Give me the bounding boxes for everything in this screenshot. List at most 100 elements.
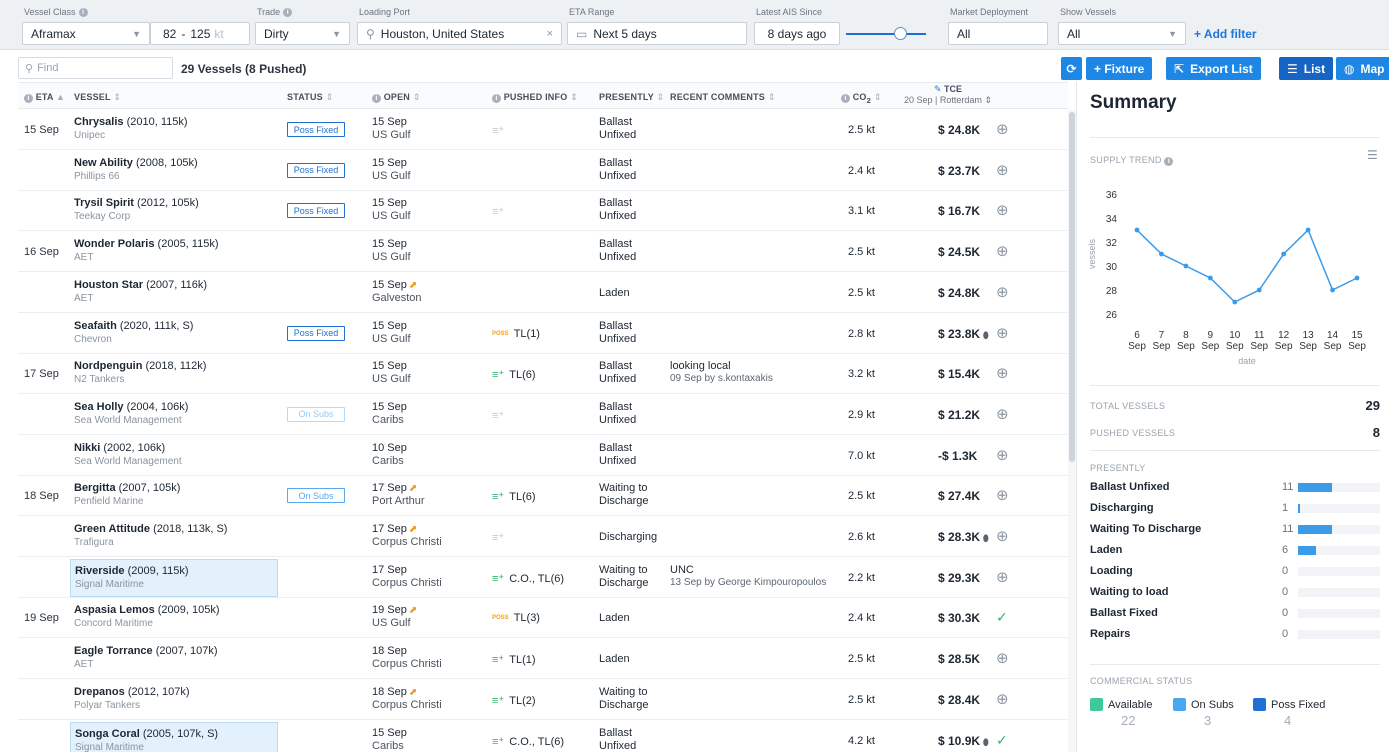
table-row[interactable]: Green Attitude (2018, 113k, S) Trafigura 1…: [18, 517, 1068, 557]
vessel-name[interactable]: Nordpenguin (2018, 112k): [74, 360, 206, 372]
vessel-name[interactable]: New Ability (2008, 105k): [74, 157, 198, 169]
vessel-name[interactable]: Bergitta (2007, 105k): [74, 482, 180, 494]
vessel-cell[interactable]: Eagle Torrance (2007, 107k) AET: [70, 640, 278, 678]
info-icon[interactable]: i: [1164, 157, 1174, 166]
find-input[interactable]: ⚲ Find: [18, 57, 173, 79]
table-row[interactable]: Seafaith (2020, 111k, S) Chevron Poss Fixe…: [18, 314, 1068, 354]
add-circle-icon[interactable]: ⊕: [996, 405, 1009, 423]
chart-menu-icon[interactable]: ☰: [1367, 148, 1378, 162]
vessel-cell[interactable]: Drepanos (2012, 107k) Polyar Tankers: [70, 681, 278, 719]
refresh-button[interactable]: ⟳: [1061, 57, 1082, 80]
pushed-info[interactable]: ≡⁺ TL(6): [492, 368, 536, 381]
table-row[interactable]: 19 Sep Aspasia Lemos (2009, 105k) Concord …: [18, 598, 1068, 639]
vessel-cell[interactable]: Songa Coral (2005, 107k, S) Signal Mariti…: [70, 721, 278, 752]
clear-icon[interactable]: ×: [547, 28, 553, 40]
col-status[interactable]: STATUS ⇕: [287, 92, 333, 103]
table-row[interactable]: 16 Sep Wonder Polaris (2005, 115k) AET 15 S…: [18, 232, 1068, 273]
col-open[interactable]: i OPEN ⇕: [372, 92, 420, 103]
list-view-button[interactable]: ☰ List: [1279, 57, 1334, 80]
vessel-cell[interactable]: New Ability (2008, 105k) Phillips 66: [70, 152, 278, 190]
status-badge[interactable]: Poss Fixed: [287, 122, 345, 137]
table-row[interactable]: Eagle Torrance (2007, 107k) AET 18 Sep Corp…: [18, 639, 1068, 680]
status-badge[interactable]: Poss Fixed: [287, 203, 345, 219]
col-vessel[interactable]: VESSEL ⇕: [74, 92, 121, 103]
vessel-name[interactable]: Songa Coral (2005, 107k, S): [75, 728, 218, 740]
fixture-button[interactable]: + Fixture: [1086, 57, 1153, 80]
vessel-name[interactable]: Aspasia Lemos (2009, 105k): [74, 604, 220, 616]
table-row[interactable]: Sea Holly (2004, 106k) Sea World Manageme…: [18, 395, 1068, 435]
status-badge[interactable]: Poss Fixed: [287, 162, 345, 178]
col-recent-comments[interactable]: RECENT COMMENTS ⇕: [670, 92, 775, 103]
pushed-info[interactable]: ≡⁺: [492, 124, 509, 137]
pushed-info[interactable]: ≡⁺ TL(1): [492, 653, 536, 666]
table-row[interactable]: 17 Sep Nordpenguin (2018, 112k) N2 Tankers…: [18, 354, 1068, 395]
add-circle-icon[interactable]: ⊕: [996, 161, 1009, 179]
commercial-legend-item[interactable]: Poss Fixed: [1253, 698, 1325, 711]
vessel-name[interactable]: Green Attitude (2018, 113k, S): [74, 523, 227, 535]
vessel-cell[interactable]: Houston Star (2007, 116k) AET: [70, 274, 278, 312]
vessel-name[interactable]: Houston Star (2007, 116k): [74, 279, 207, 291]
vessel-name[interactable]: Seafaith (2020, 111k, S): [74, 320, 193, 332]
col-presently[interactable]: PRESENTLY ⇕: [599, 92, 664, 103]
add-circle-icon[interactable]: ⊕: [996, 446, 1009, 464]
pushed-info[interactable]: ≡⁺ C.O., TL(6): [492, 572, 564, 585]
vessel-class-select[interactable]: Aframax ▼: [22, 22, 150, 45]
col-co2[interactable]: i CO2 ⇕: [841, 92, 881, 105]
table-row[interactable]: Drepanos (2012, 107k) Polyar Tankers 18 Se…: [18, 680, 1068, 720]
add-circle-icon[interactable]: ⊕: [996, 242, 1009, 260]
check-icon[interactable]: ✓: [996, 609, 1008, 626]
vessel-cell[interactable]: Nikki (2002, 106k) Sea World Management: [70, 437, 278, 475]
pushed-info[interactable]: ≡⁺ TL(6): [492, 490, 536, 503]
vessel-name[interactable]: Drepanos (2012, 107k): [74, 686, 190, 698]
vessel-name[interactable]: Eagle Torrance (2007, 107k): [74, 645, 218, 657]
pushed-info[interactable]: POSS TL(3): [492, 612, 540, 624]
vessel-cell[interactable]: Trysil Spirit (2012, 105k) Teekay Corp: [70, 192, 278, 230]
add-circle-icon[interactable]: ⊕: [996, 486, 1009, 504]
map-view-button[interactable]: ◍ Map: [1336, 57, 1389, 80]
eta-range-input[interactable]: ▭ Next 5 days: [567, 22, 747, 45]
vessel-name[interactable]: Riverside (2009, 115k): [75, 565, 189, 577]
table-row[interactable]: Trysil Spirit (2012, 105k) Teekay Corp Pos…: [18, 191, 1068, 232]
market-deployment-select[interactable]: All: [948, 22, 1048, 45]
export-list-button[interactable]: ⇱ Export List: [1166, 57, 1261, 80]
table-row[interactable]: Riverside (2009, 115k) Signal Maritime 17 …: [18, 558, 1068, 598]
pushed-info[interactable]: ≡⁺: [492, 409, 509, 422]
col-tce[interactable]: ✎ TCE 20 Sep | Rotterdam ⇕: [888, 84, 1008, 106]
table-row[interactable]: Songa Coral (2005, 107k, S) Signal Mariti…: [18, 721, 1068, 752]
status-badge[interactable]: Poss Fixed: [287, 325, 345, 341]
status-badge[interactable]: On Subs: [287, 406, 345, 422]
vessel-cell[interactable]: Wonder Polaris (2005, 115k) AET: [70, 233, 278, 271]
vessel-name[interactable]: Sea Holly (2004, 106k): [74, 401, 188, 413]
add-circle-icon[interactable]: ⊕: [996, 568, 1009, 586]
add-circle-icon[interactable]: ⊕: [996, 120, 1009, 138]
add-circle-icon[interactable]: ⊕: [996, 649, 1009, 667]
size-range-input[interactable]: 82 - 125 kt: [150, 22, 250, 45]
status-badge[interactable]: On Subs: [287, 488, 345, 504]
add-circle-icon[interactable]: ⊕: [996, 690, 1009, 708]
col-pushed-info[interactable]: i PUSHED INFO ⇕: [492, 92, 578, 103]
show-vessels-select[interactable]: All ▼: [1058, 22, 1186, 45]
trade-select[interactable]: Dirty ▼: [255, 22, 350, 45]
vessel-cell[interactable]: Chrysalis (2010, 115k) Unipec: [70, 111, 278, 149]
add-circle-icon[interactable]: ⊕: [996, 283, 1009, 301]
info-icon[interactable]: i: [283, 7, 293, 17]
loading-port-input[interactable]: ⚲ Houston, United States ×: [357, 22, 562, 45]
vessel-name[interactable]: Wonder Polaris (2005, 115k): [74, 238, 219, 250]
vessel-cell[interactable]: Aspasia Lemos (2009, 105k) Concord Mariti…: [70, 599, 278, 637]
table-row[interactable]: Nikki (2002, 106k) Sea World Management 10…: [18, 436, 1068, 476]
pushed-info[interactable]: ≡⁺ C.O., TL(6): [492, 735, 564, 748]
vessel-cell[interactable]: Riverside (2009, 115k) Signal Maritime: [70, 558, 278, 597]
info-icon[interactable]: i: [78, 7, 88, 17]
add-circle-icon[interactable]: ⊕: [996, 527, 1009, 545]
add-circle-icon[interactable]: ⊕: [996, 364, 1009, 382]
vessel-name[interactable]: Nikki (2002, 106k): [74, 442, 165, 454]
table-row[interactable]: Houston Star (2007, 116k) AET 15 Sep ⬈ Galve…: [18, 273, 1068, 313]
pushed-info[interactable]: ≡⁺: [492, 531, 509, 544]
table-row[interactable]: 18 Sep Bergitta (2007, 105k) Penfield Mari…: [18, 476, 1068, 517]
table-row[interactable]: 15 Sep Chrysalis (2010, 115k) Unipec Poss F…: [18, 110, 1068, 150]
add-circle-icon[interactable]: ⊕: [996, 324, 1009, 342]
add-filter-link[interactable]: + Add filter: [1194, 27, 1257, 41]
pushed-info[interactable]: ≡⁺ TL(2): [492, 694, 536, 707]
vessel-cell[interactable]: Bergitta (2007, 105k) Penfield Marine: [70, 477, 278, 515]
pushed-info[interactable]: ≡⁺: [492, 205, 509, 218]
